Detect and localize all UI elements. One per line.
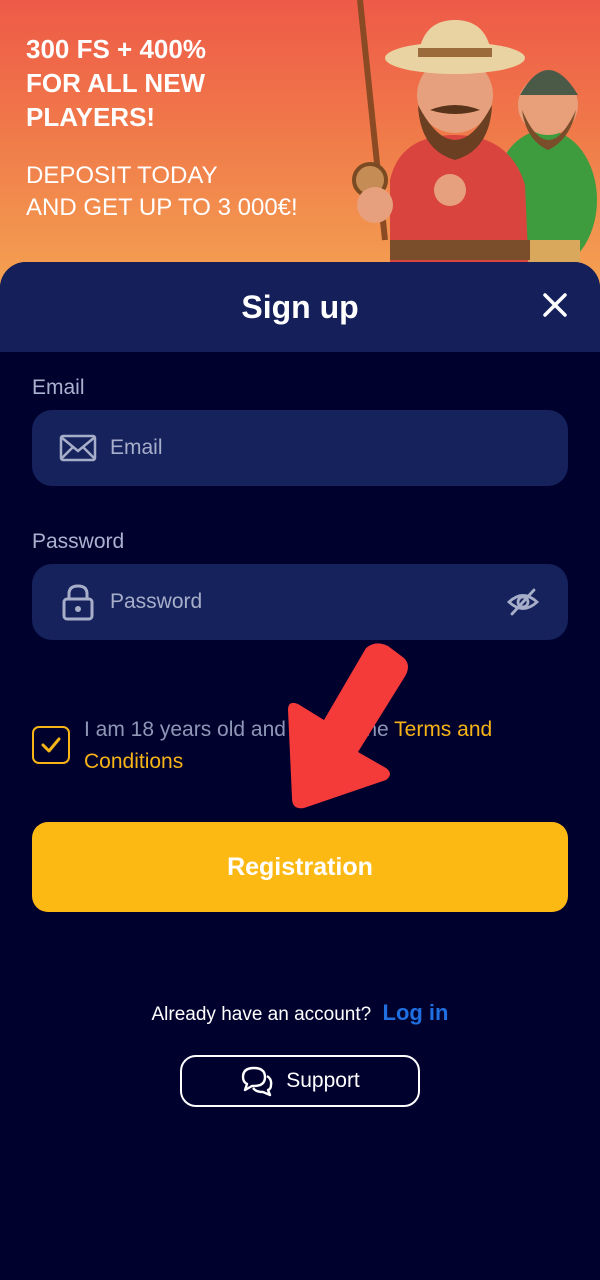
email-label: Email	[32, 376, 85, 399]
email-input[interactable]	[110, 436, 568, 460]
check-icon	[41, 737, 61, 753]
chat-bubbles-icon	[242, 1066, 273, 1097]
password-label: Password	[32, 530, 125, 553]
password-field[interactable]	[32, 564, 568, 640]
close-icon[interactable]	[540, 290, 570, 320]
signup-header: Sign up	[0, 262, 600, 352]
age-consent-checkbox[interactable]	[32, 726, 70, 764]
mail-icon	[59, 434, 97, 462]
login-link[interactable]: Log in	[383, 1000, 449, 1025]
email-field[interactable]	[32, 410, 568, 486]
eye-off-icon[interactable]	[506, 585, 540, 619]
registration-button[interactable]: Registration	[32, 822, 568, 912]
signup-title: Sign up	[241, 288, 359, 325]
signup-sheet: Sign up Email Password I am 18 year	[0, 262, 600, 1280]
support-label: Support	[286, 1069, 360, 1092]
fishermen-illustration	[352, 0, 597, 300]
support-button[interactable]: Support	[180, 1055, 420, 1107]
consent-label: I am 18 years old and accept the	[84, 718, 395, 741]
promo-banner[interactable]: 300 FS + 400% FOR ALL NEW PLAYERS! DEPOS…	[0, 0, 600, 300]
login-prompt: Already have an account?	[151, 1004, 372, 1025]
password-input[interactable]	[110, 590, 506, 614]
promo-title: 300 FS + 400% FOR ALL NEW PLAYERS!	[26, 34, 206, 132]
age-consent-text: I am 18 years old and accept the Terms a…	[84, 714, 564, 778]
login-prompt-row: Already have an account? Log in	[0, 1000, 600, 1026]
lock-icon	[62, 584, 94, 621]
promo-subtitle: DEPOSIT TODAY AND GET UP TO 3 000€!	[26, 162, 298, 221]
